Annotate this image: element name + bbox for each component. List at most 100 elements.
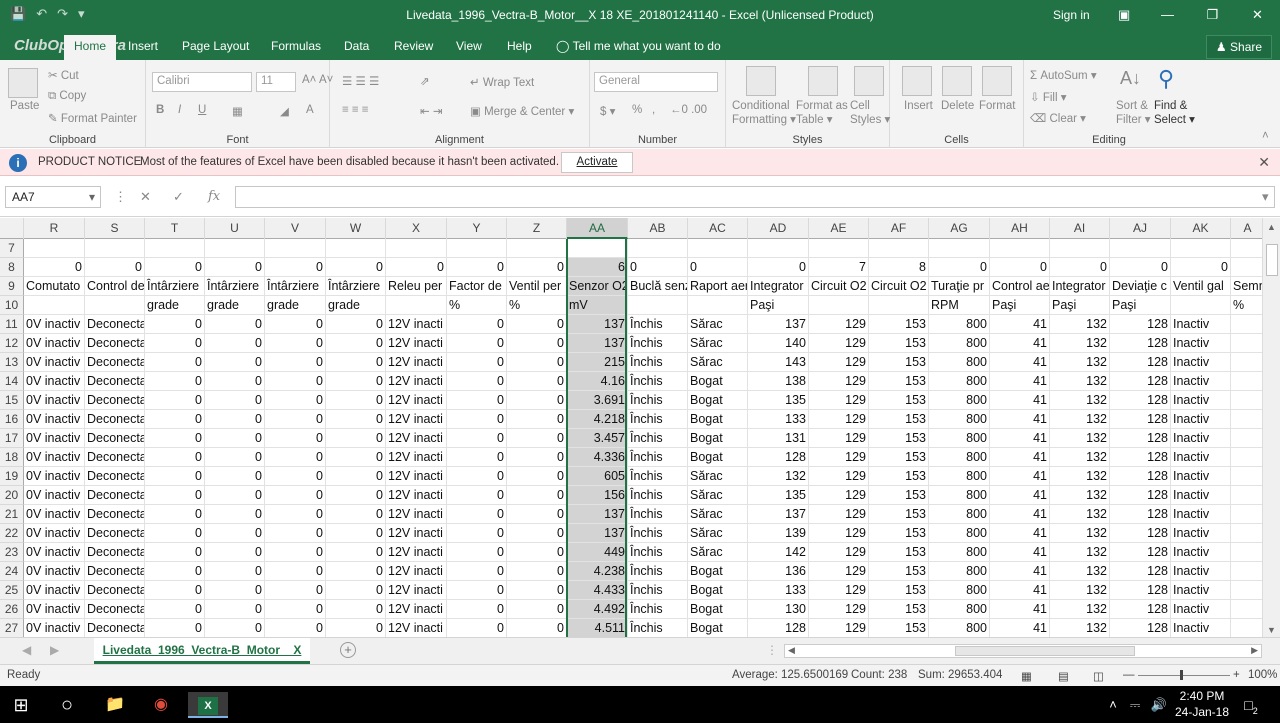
cell-x12[interactable]: 12V inacti bbox=[386, 334, 447, 353]
column-header-v[interactable]: V bbox=[265, 218, 326, 239]
cell-a13[interactable] bbox=[1231, 353, 1262, 372]
column-header-aj[interactable]: AJ bbox=[1110, 218, 1171, 239]
paste-button[interactable]: Paste bbox=[10, 100, 39, 112]
cut-button[interactable]: ✂ Cut bbox=[48, 68, 79, 82]
cell-w22[interactable]: 0 bbox=[326, 524, 386, 543]
format-as-table-button[interactable]: Format as Table ▾ bbox=[796, 100, 848, 126]
cell-ab21[interactable]: Închis bbox=[628, 505, 688, 524]
zoom-in-icon[interactable]: + bbox=[1233, 669, 1240, 681]
cell-ag20[interactable]: 800 bbox=[929, 486, 990, 505]
cell-ae15[interactable]: 129 bbox=[809, 391, 869, 410]
cell-ak23[interactable]: Inactiv bbox=[1171, 543, 1231, 562]
cell-ah9[interactable]: Control ae bbox=[990, 277, 1050, 296]
scroll-left-icon[interactable]: ◀ bbox=[788, 645, 795, 656]
cell-t23[interactable]: 0 bbox=[145, 543, 205, 562]
cell-r26[interactable]: 0V inactiv bbox=[24, 600, 85, 619]
cell-ah13[interactable]: 41 bbox=[990, 353, 1050, 372]
column-header-x[interactable]: X bbox=[386, 218, 447, 239]
horizontal-scrollbar[interactable]: ◀ ▶ bbox=[784, 644, 1262, 658]
cell-y23[interactable]: 0 bbox=[447, 543, 507, 562]
cell-ag9[interactable]: Turaţie pr bbox=[929, 277, 990, 296]
cell-aj10[interactable]: Paşi bbox=[1110, 296, 1171, 315]
cell-ae27[interactable]: 129 bbox=[809, 619, 869, 637]
cell-t21[interactable]: 0 bbox=[145, 505, 205, 524]
cell-r12[interactable]: 0V inactiv bbox=[24, 334, 85, 353]
cell-aa19[interactable]: 605 bbox=[567, 467, 628, 486]
cell-aa12[interactable]: 137 bbox=[567, 334, 628, 353]
cell-ae16[interactable]: 129 bbox=[809, 410, 869, 429]
cell-ak10[interactable] bbox=[1171, 296, 1231, 315]
cell-aj15[interactable]: 128 bbox=[1110, 391, 1171, 410]
cell-ag16[interactable]: 800 bbox=[929, 410, 990, 429]
cell-x21[interactable]: 12V inacti bbox=[386, 505, 447, 524]
cell-ag25[interactable]: 800 bbox=[929, 581, 990, 600]
align-left-icon[interactable]: ≡ ≡ ≡ bbox=[342, 104, 369, 116]
cell-x26[interactable]: 12V inacti bbox=[386, 600, 447, 619]
cell-ak19[interactable]: Inactiv bbox=[1171, 467, 1231, 486]
italic-icon[interactable]: I bbox=[178, 104, 181, 116]
cell-s15[interactable]: Deconecta bbox=[85, 391, 145, 410]
cell-aj27[interactable]: 128 bbox=[1110, 619, 1171, 637]
activate-button[interactable]: Activate bbox=[561, 152, 633, 173]
cell-ag17[interactable]: 800 bbox=[929, 429, 990, 448]
column-header-ak[interactable]: AK bbox=[1171, 218, 1231, 239]
cell-ai20[interactable]: 132 bbox=[1050, 486, 1110, 505]
cell-aj26[interactable]: 128 bbox=[1110, 600, 1171, 619]
cell-t16[interactable]: 0 bbox=[145, 410, 205, 429]
cell-z12[interactable]: 0 bbox=[507, 334, 567, 353]
cell-r14[interactable]: 0V inactiv bbox=[24, 372, 85, 391]
cell-aa20[interactable]: 156 bbox=[567, 486, 628, 505]
row-header-15[interactable]: 15 bbox=[0, 391, 24, 410]
cell-v7[interactable] bbox=[265, 239, 326, 258]
row-header-10[interactable]: 10 bbox=[0, 296, 24, 315]
cell-ac13[interactable]: Sărac bbox=[688, 353, 748, 372]
tab-page-layout[interactable]: Page Layout bbox=[182, 39, 249, 53]
cell-w15[interactable]: 0 bbox=[326, 391, 386, 410]
cell-y13[interactable]: 0 bbox=[447, 353, 507, 372]
cell-ae23[interactable]: 129 bbox=[809, 543, 869, 562]
format-painter-button[interactable]: ✎ Format Painter bbox=[48, 111, 137, 125]
cell-ac16[interactable]: Bogat bbox=[688, 410, 748, 429]
cell-af20[interactable]: 153 bbox=[869, 486, 929, 505]
action-center-icon[interactable]: □2 bbox=[1238, 692, 1264, 718]
tell-me-search[interactable]: ◯ Tell me what you want to do bbox=[556, 39, 721, 53]
page-layout-view-icon[interactable]: ▤ bbox=[1058, 669, 1069, 683]
cell-a12[interactable] bbox=[1231, 334, 1262, 353]
cell-a26[interactable] bbox=[1231, 600, 1262, 619]
cell-y27[interactable]: 0 bbox=[447, 619, 507, 637]
cell-a9[interactable]: Semn bbox=[1231, 277, 1262, 296]
cell-s10[interactable] bbox=[85, 296, 145, 315]
cell-r10[interactable] bbox=[24, 296, 85, 315]
cell-ab19[interactable]: Închis bbox=[628, 467, 688, 486]
cell-u18[interactable]: 0 bbox=[205, 448, 265, 467]
cell-aa9[interactable]: Senzor O2 bbox=[567, 277, 628, 296]
cell-af21[interactable]: 153 bbox=[869, 505, 929, 524]
percent-icon[interactable]: % bbox=[632, 104, 642, 116]
cell-z20[interactable]: 0 bbox=[507, 486, 567, 505]
cell-w11[interactable]: 0 bbox=[326, 315, 386, 334]
column-header-ae[interactable]: AE bbox=[809, 218, 869, 239]
cell-ai16[interactable]: 132 bbox=[1050, 410, 1110, 429]
tab-home[interactable]: Home bbox=[64, 35, 117, 60]
cell-w27[interactable]: 0 bbox=[326, 619, 386, 637]
cell-aa22[interactable]: 137 bbox=[567, 524, 628, 543]
cell-ah12[interactable]: 41 bbox=[990, 334, 1050, 353]
cell-ac17[interactable]: Bogat bbox=[688, 429, 748, 448]
new-sheet-icon[interactable]: + bbox=[340, 642, 356, 658]
cell-aa15[interactable]: 3.691 bbox=[567, 391, 628, 410]
cell-s21[interactable]: Deconecta bbox=[85, 505, 145, 524]
cell-ag26[interactable]: 800 bbox=[929, 600, 990, 619]
cell-ag23[interactable]: 800 bbox=[929, 543, 990, 562]
cell-ae24[interactable]: 129 bbox=[809, 562, 869, 581]
cell-ag15[interactable]: 800 bbox=[929, 391, 990, 410]
row-header-20[interactable]: 20 bbox=[0, 486, 24, 505]
cell-aj25[interactable]: 128 bbox=[1110, 581, 1171, 600]
cell-z16[interactable]: 0 bbox=[507, 410, 567, 429]
cell-x15[interactable]: 12V inacti bbox=[386, 391, 447, 410]
cell-ae20[interactable]: 129 bbox=[809, 486, 869, 505]
cell-ab23[interactable]: Închis bbox=[628, 543, 688, 562]
cell-ad12[interactable]: 140 bbox=[748, 334, 809, 353]
cell-ab24[interactable]: Închis bbox=[628, 562, 688, 581]
cell-ah22[interactable]: 41 bbox=[990, 524, 1050, 543]
cell-z8[interactable]: 0 bbox=[507, 258, 567, 277]
